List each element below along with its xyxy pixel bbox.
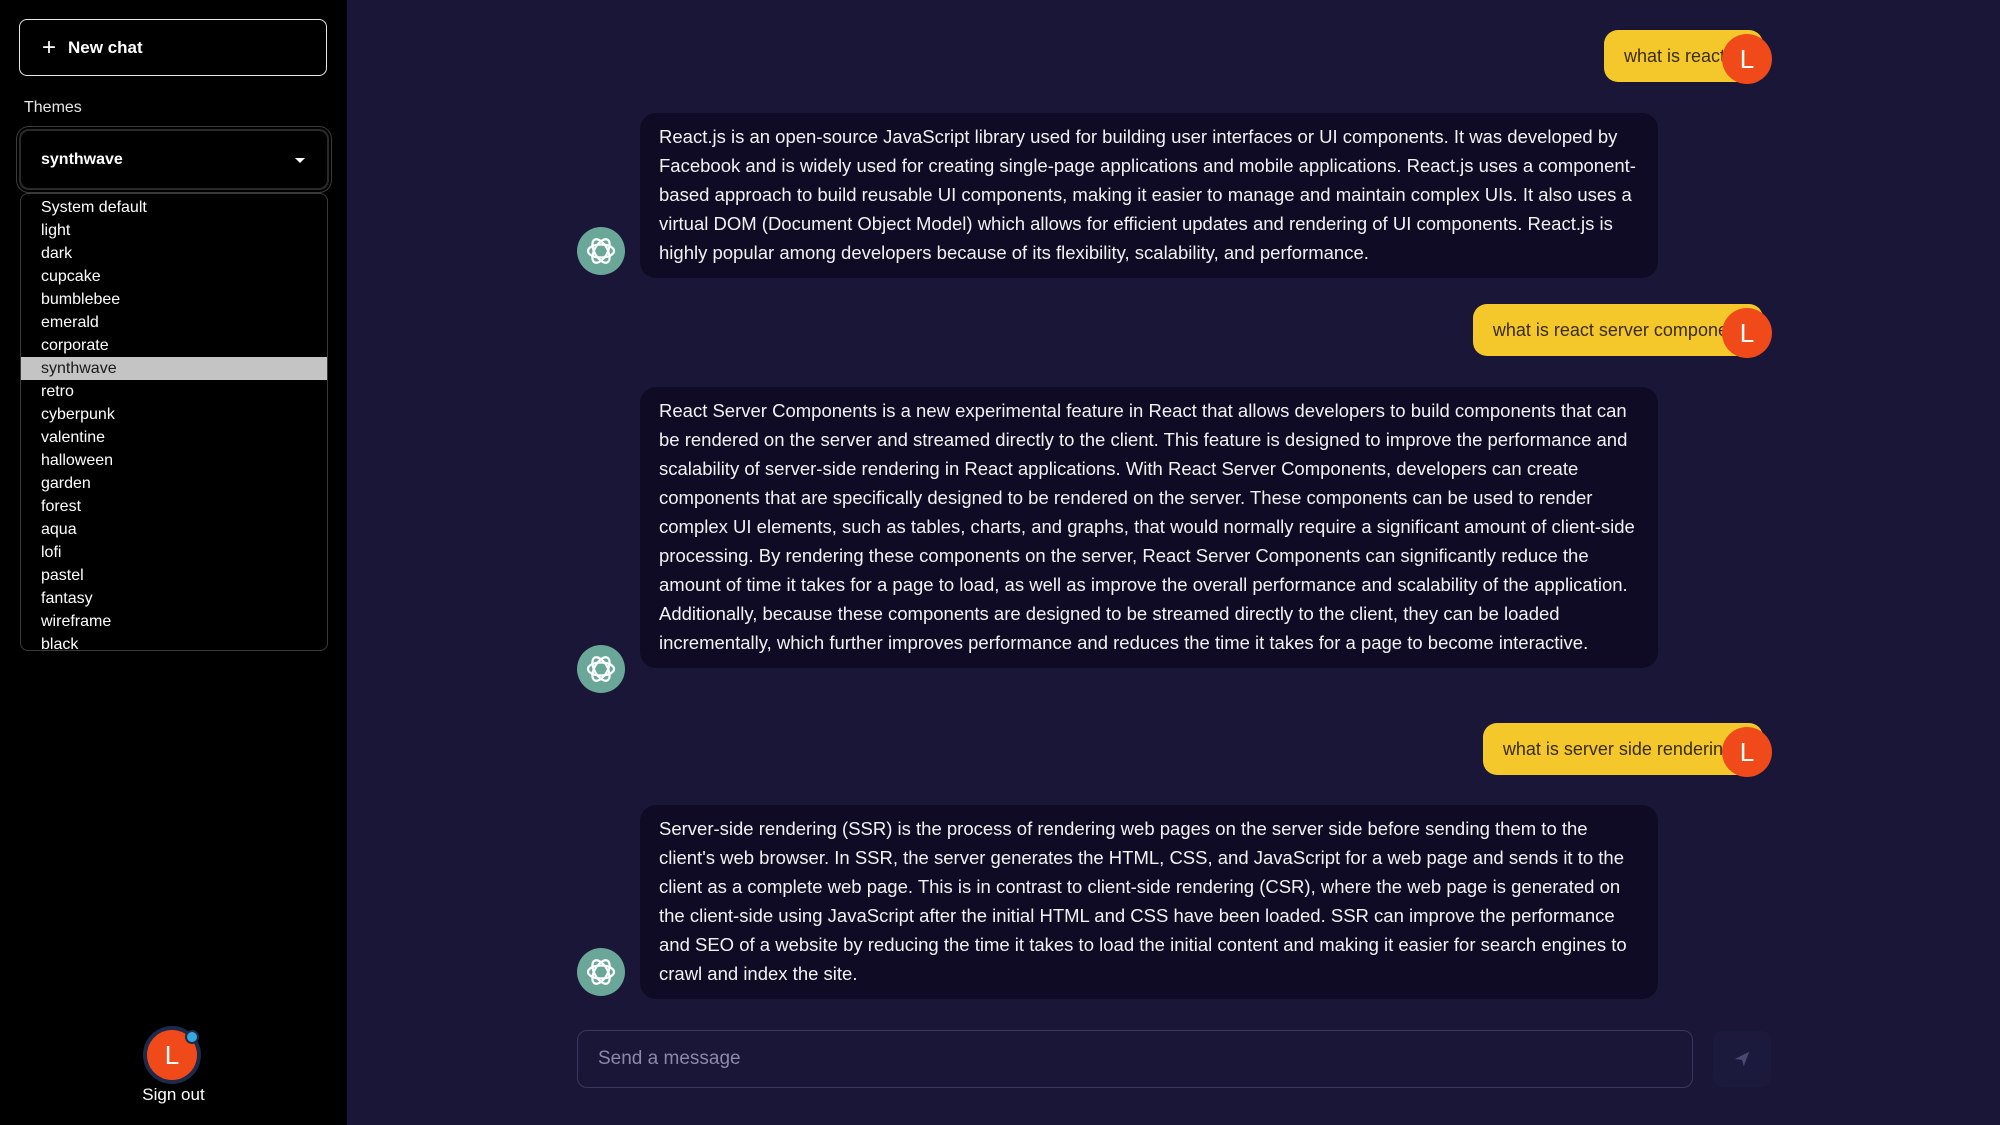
online-status-dot (185, 1030, 199, 1044)
new-chat-button[interactable]: + New chat (19, 19, 327, 76)
user-avatar: L (1722, 308, 1772, 358)
theme-option[interactable]: fantasy (21, 587, 327, 610)
theme-select-value: synthwave (41, 150, 123, 168)
theme-option[interactable]: halloween (21, 449, 327, 472)
theme-option[interactable]: lofi (21, 541, 327, 564)
assistant-avatar (577, 948, 625, 996)
theme-option[interactable]: wireframe (21, 610, 327, 633)
theme-option[interactable]: aqua (21, 518, 327, 541)
sidebar: + New chat Themes synthwave System defau… (0, 0, 347, 1125)
theme-option[interactable]: corporate (21, 334, 327, 357)
sign-out-button[interactable]: Sign out (0, 1085, 347, 1105)
theme-option[interactable]: forest (21, 495, 327, 518)
assistant-message: React Server Components is a new experim… (640, 387, 1658, 668)
openai-logo-icon (586, 238, 616, 264)
themes-label: Themes (24, 99, 82, 116)
send-icon (1734, 1051, 1750, 1067)
theme-option[interactable]: System default (21, 196, 327, 219)
user-message: what is react server component (1472, 304, 1763, 356)
assistant-avatar (577, 645, 625, 693)
user-avatar: L (1722, 34, 1772, 84)
assistant-avatar (577, 227, 625, 275)
send-button[interactable] (1713, 1031, 1771, 1087)
theme-option[interactable]: pastel (21, 564, 327, 587)
theme-option[interactable]: retro (21, 380, 327, 403)
theme-option[interactable]: garden (21, 472, 327, 495)
message-input[interactable]: Send a message (577, 1030, 1693, 1088)
theme-option[interactable]: cyberpunk (21, 403, 327, 426)
caret-down-icon (295, 158, 305, 163)
user-message: what is server side rendering? (1482, 723, 1763, 775)
plus-icon: + (42, 33, 57, 61)
theme-options-list: System default light dark cupcake bumblebee e… (20, 193, 328, 653)
assistant-message: React.js is an open-source JavaScript li… (640, 113, 1658, 278)
theme-option[interactable]: emerald (21, 311, 327, 334)
theme-option[interactable]: bumblebee (21, 288, 327, 311)
theme-select[interactable]: synthwave (16, 126, 332, 193)
theme-option[interactable]: valentine (21, 426, 327, 449)
new-chat-label: New chat (68, 37, 143, 57)
theme-option[interactable]: dark (21, 242, 327, 265)
user-avatar: L (1722, 727, 1772, 777)
theme-option[interactable]: synthwave (21, 357, 327, 380)
theme-option[interactable]: cupcake (21, 265, 327, 288)
assistant-message: Server-side rendering (SSR) is the proce… (640, 805, 1658, 999)
openai-logo-icon (586, 959, 616, 985)
theme-option[interactable]: light (21, 219, 327, 242)
user-avatar-button[interactable]: L (143, 1026, 201, 1084)
theme-option[interactable]: black (21, 633, 327, 656)
openai-logo-icon (586, 656, 616, 682)
